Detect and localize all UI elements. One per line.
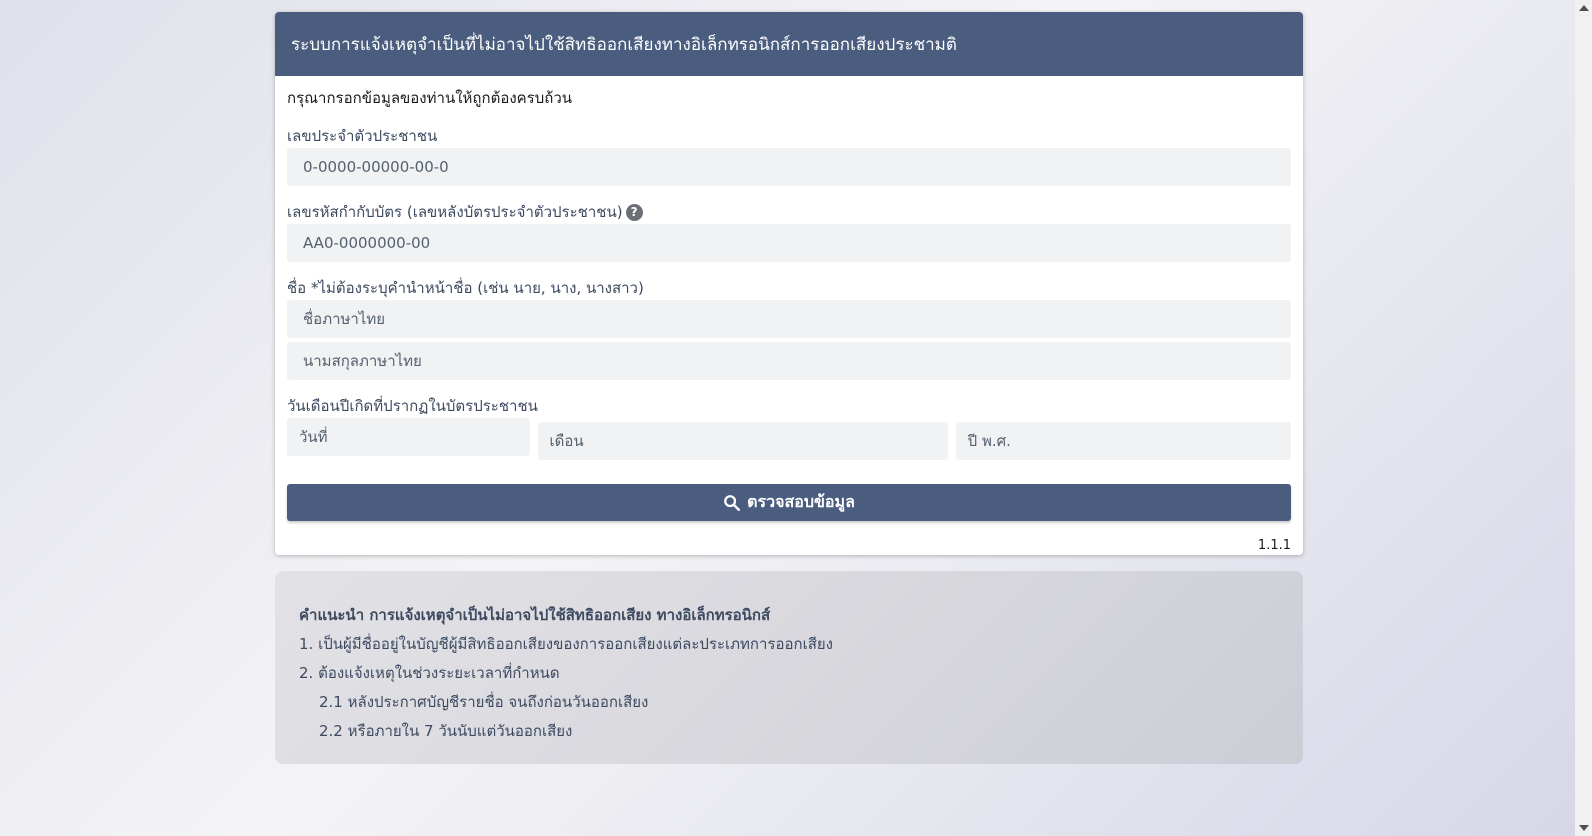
instruction-subitem: 2.2 หรือภายใน 7 วันนับแต่วันออกเสียง (319, 722, 573, 740)
instruction-subitem: 2.1 หลังประกาศบัญชีรายชื่อ จนถึงก่อนวันอ… (319, 693, 649, 711)
help-icon[interactable]: ? (625, 203, 643, 221)
instructions-panel: คำแนะนำ การแจ้งเหตุจำเป็นไม่อาจไปใช้สิทธ… (275, 571, 1303, 764)
scroll-down-icon[interactable] (1579, 825, 1589, 831)
instructions-title: คำแนะนำ การแจ้งเหตุจำเป็นไม่อาจไปใช้สิทธ… (299, 606, 771, 624)
dob-row (287, 418, 1291, 460)
citizen-id-label: เลขประจำตัวประชาชน (287, 124, 1291, 148)
first-name-input[interactable] (287, 300, 1291, 338)
version-label: 1.1.1 (1257, 538, 1291, 553)
laser-code-input[interactable] (287, 224, 1291, 262)
last-name-input[interactable] (287, 342, 1291, 380)
check-data-button[interactable]: ตรวจสอบข้อมูล (287, 484, 1291, 521)
dob-day-select[interactable] (287, 418, 530, 456)
form-body: กรุณากรอกข้อมูลของท่านให้ถูกต้องครบถ้วน … (275, 76, 1303, 555)
dob-label: วันเดือนปีเกิดที่ปรากฏในบัตรประชาชน (287, 394, 1291, 418)
instruction-item: 1. เป็นผู้มีชื่ออยู่ในบัญชีผู้มีสิทธิออก… (299, 635, 833, 653)
name-label: ชื่อ *ไม่ต้องระบุคำนำหน้าชื่อ (เช่น นาย,… (287, 276, 1291, 300)
form-card: ระบบการแจ้งเหตุจำเป็นที่ไม่อาจไปใช้สิทธิ… (275, 12, 1303, 555)
laser-code-label-text: เลขรหัสกำกับบัตร (เลขหลังบัตรประจำตัวประ… (287, 203, 623, 221)
instruction-item: 2. ต้องแจ้งเหตุในช่วงระยะเวลาที่กำหนด (299, 664, 560, 682)
citizen-id-input[interactable] (287, 148, 1291, 186)
scroll-up-icon[interactable] (1579, 5, 1589, 11)
dob-label-text: วันเดือนปีเกิดที่ปรากฏในบัตรประชาชน (287, 397, 538, 415)
citizen-id-label-text: เลขประจำตัวประชาชน (287, 127, 438, 145)
laser-code-label: เลขรหัสกำกับบัตร (เลขหลังบัตรประจำตัวประ… (287, 200, 1291, 224)
name-label-text: ชื่อ *ไม่ต้องระบุคำนำหน้าชื่อ (เช่น นาย,… (287, 279, 644, 297)
dob-month-select[interactable] (537, 422, 948, 460)
form-subtitle: กรุณากรอกข้อมูลของท่านให้ถูกต้องครบถ้วน (287, 89, 573, 107)
vertical-scrollbar[interactable] (1575, 0, 1592, 836)
search-icon (724, 494, 741, 511)
dob-year-select[interactable] (955, 422, 1291, 460)
check-data-label: ตรวจสอบข้อมูล (747, 492, 855, 511)
page-title: ระบบการแจ้งเหตุจำเป็นที่ไม่อาจไปใช้สิทธิ… (275, 12, 1303, 76)
